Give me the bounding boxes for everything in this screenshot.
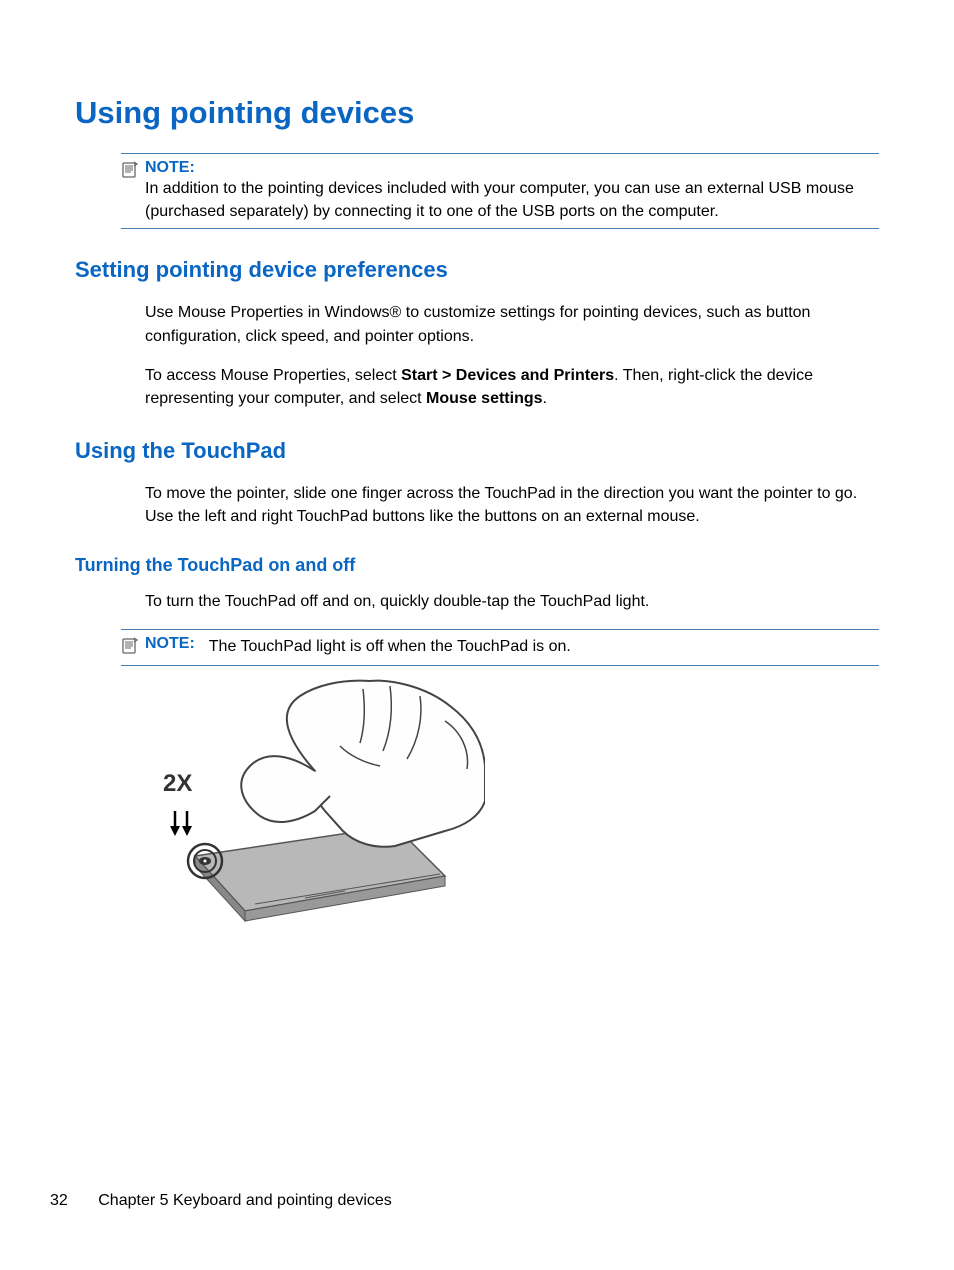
note-block-1: NOTE: In addition to the pointing device… [121,153,879,229]
bold-text: Start > Devices and Printers [401,367,614,384]
illustration-label: 2X [163,770,192,797]
paragraph: To access Mouse Properties, select Start… [145,364,879,410]
page-footer: 32 Chapter 5 Keyboard and pointing devic… [50,1192,392,1210]
note-text: In addition to the pointing devices incl… [145,177,879,223]
note-label: NOTE: [145,635,195,658]
note-text: The TouchPad light is off when the Touch… [209,635,571,658]
bold-text: Mouse settings [426,390,542,407]
chapter-label: Chapter 5 Keyboard and pointing devices [98,1192,392,1209]
paragraph: To turn the TouchPad off and on, quickly… [145,590,879,613]
paragraph: To move the pointer, slide one finger ac… [145,482,879,528]
text-fragment: . [543,390,547,407]
section-title-touchpad: Using the TouchPad [75,438,879,464]
note-block-2: NOTE: The TouchPad light is off when the… [121,629,879,666]
note-label: NOTE: [145,159,195,177]
page-number: 32 [50,1192,68,1209]
note-icon [121,161,139,184]
touchpad-illustration: 2X [145,676,879,931]
paragraph: Use Mouse Properties in Windows® to cust… [145,301,879,347]
text-fragment: To access Mouse Properties, select [145,367,401,384]
subsection-title-toggle: Turning the TouchPad on and off [75,555,879,576]
note-icon [121,637,139,660]
page-title: Using pointing devices [75,95,879,131]
section-title-preferences: Setting pointing device preferences [75,257,879,283]
